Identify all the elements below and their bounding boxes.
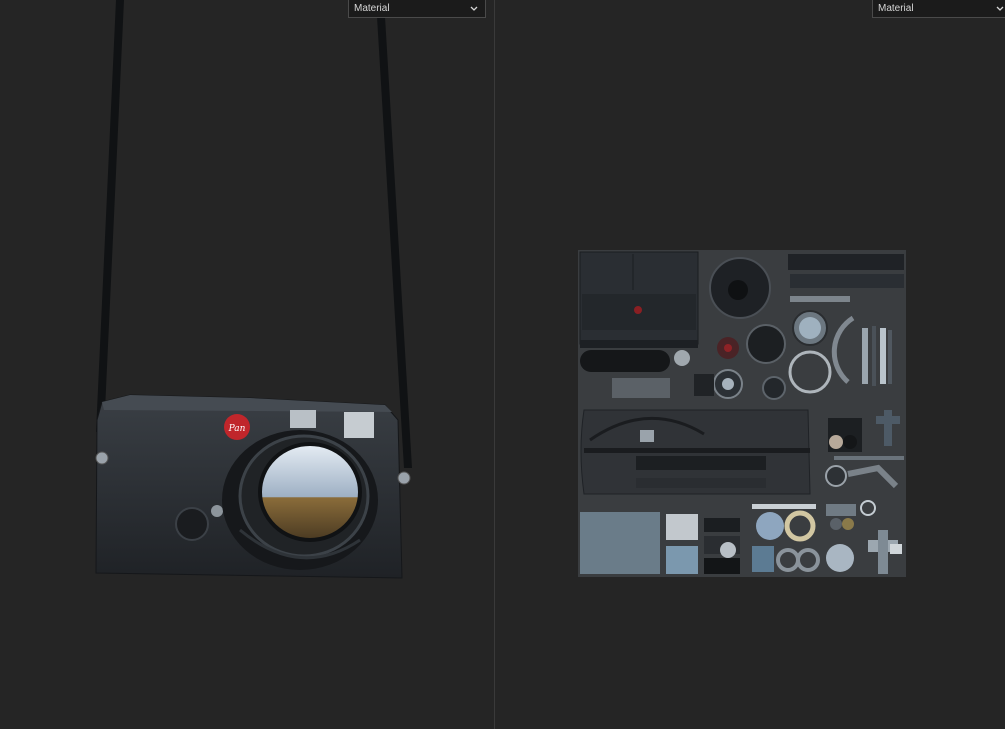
uv-texture-atlas[interactable] — [495, 0, 1005, 729]
viewport-uv[interactable]: Material — [495, 0, 1005, 729]
lens-release-button — [211, 505, 223, 517]
viewport-3d[interactable]: Pan Material — [0, 0, 494, 729]
brand-badge-text: Pan — [228, 424, 246, 434]
self-timer-lever — [175, 507, 209, 541]
chevron-down-icon — [469, 0, 479, 18]
shading-mode-value: Material — [878, 3, 914, 14]
brand-badge: Pan — [224, 414, 250, 440]
camera-lens — [222, 430, 378, 570]
camera-3d-render[interactable]: Pan — [0, 0, 494, 729]
shading-mode-value: Material — [354, 3, 390, 14]
chevron-down-icon — [995, 0, 1005, 18]
shading-mode-dropdown-left[interactable]: Material — [348, 0, 486, 18]
shading-mode-dropdown-right[interactable]: Material — [872, 0, 1005, 18]
atlas-swatch-blue-gray — [580, 512, 660, 574]
strap-lug-right — [397, 471, 411, 485]
strap-lug-left — [95, 451, 109, 465]
rangefinder-window — [290, 410, 316, 428]
viewfinder-window — [344, 412, 374, 438]
